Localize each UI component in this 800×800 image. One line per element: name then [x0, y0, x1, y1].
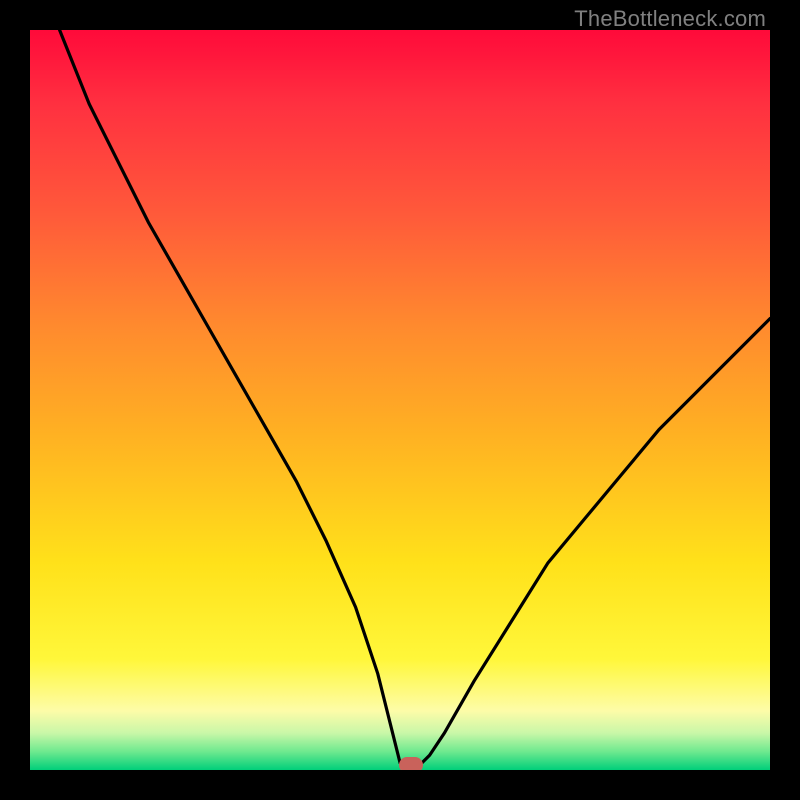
plot-area — [30, 30, 770, 770]
optimum-marker — [399, 757, 423, 770]
bottleneck-curve — [30, 30, 770, 770]
chart-frame: TheBottleneck.com — [0, 0, 800, 800]
watermark-label: TheBottleneck.com — [574, 6, 766, 32]
